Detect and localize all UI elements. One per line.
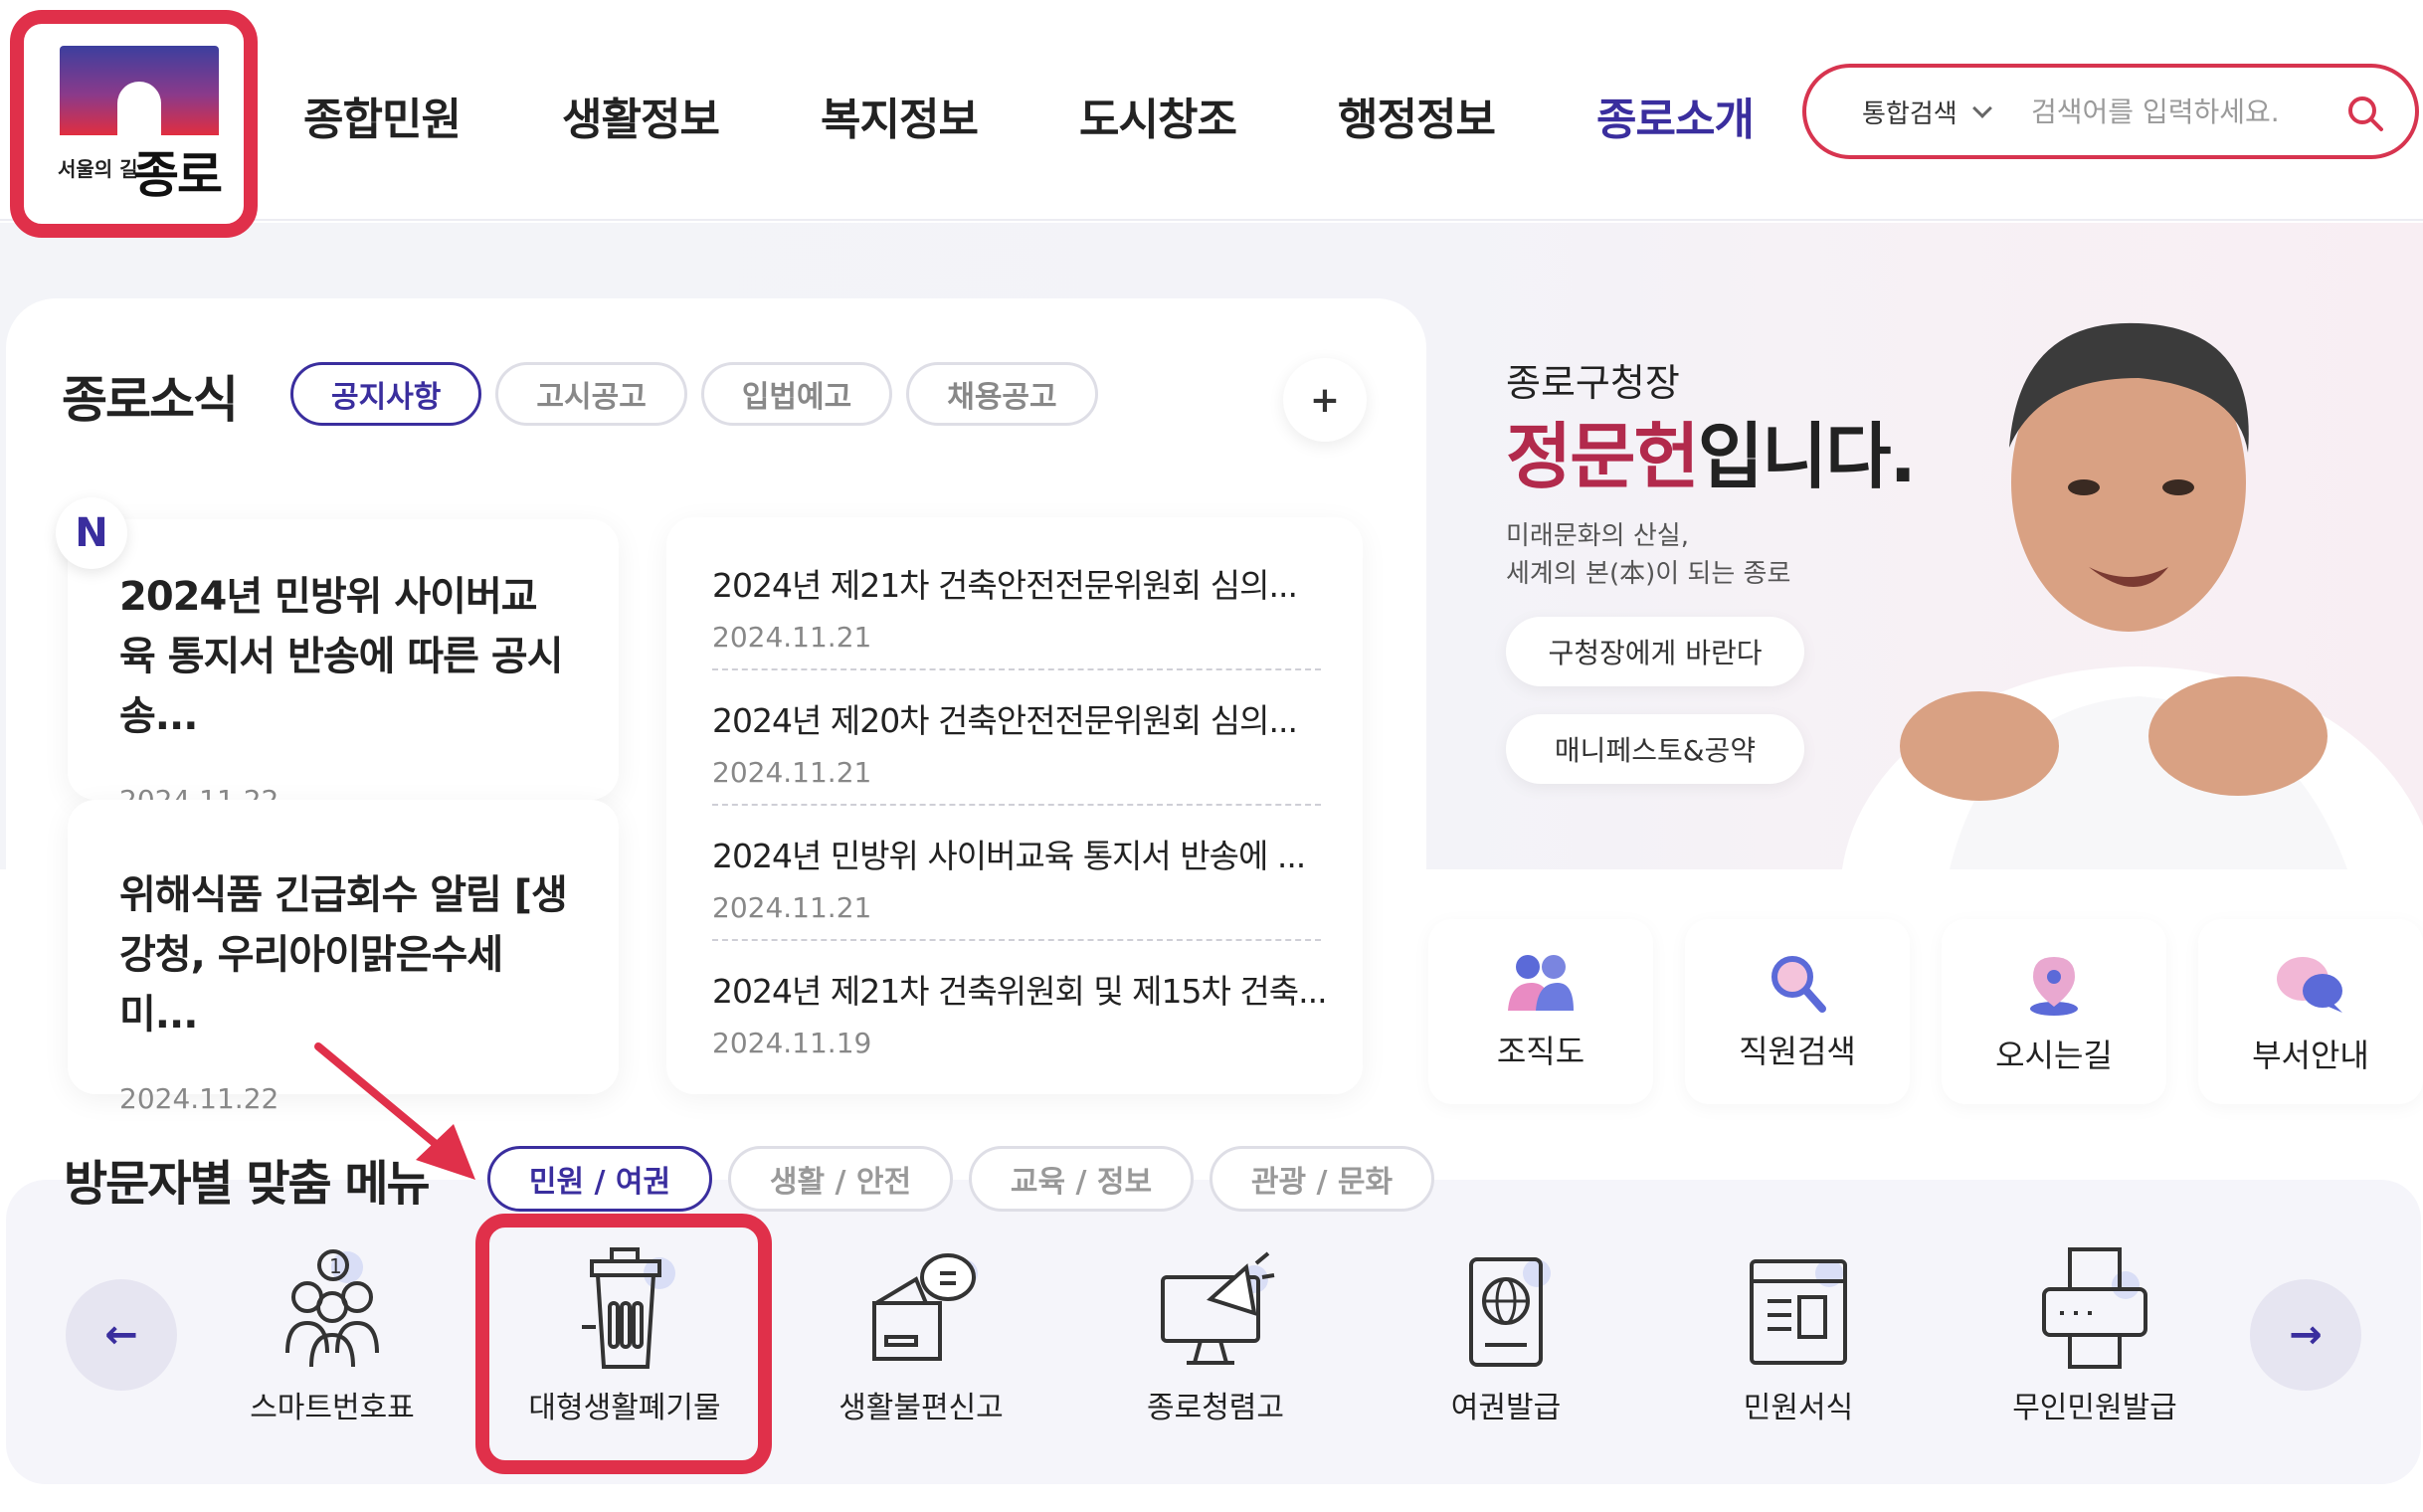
trash-can-icon <box>582 1247 675 1369</box>
site-header: 종합민원 생활정보 복지정보 도시창조 행정정보 종로소개 통합검색 <box>0 0 2423 221</box>
divider <box>712 804 1321 806</box>
nav-item-life-info[interactable]: 생활정보 <box>562 84 821 147</box>
featured-news-card[interactable]: 2024년 민방위 사이버교육 통지서 반송에 따른 공시송... 2024.1… <box>68 519 619 817</box>
document-form-icon <box>1750 1259 1847 1365</box>
visitor-tabs: 민원 / 여권 생활 / 안전 교육 / 정보 관광 / 문화 <box>487 1146 1434 1212</box>
mayor-desc-line: 미래문화의 산실, <box>1506 521 1689 551</box>
nav-item-welfare-info[interactable]: 복지정보 <box>821 84 1079 147</box>
new-badge: N <box>56 497 127 569</box>
chevron-down-icon <box>1971 98 1992 118</box>
site-logo[interactable]: 서울의 길 종로 <box>10 10 258 238</box>
search-icon[interactable] <box>2345 94 2385 133</box>
tab-legislation[interactable]: 입법예고 <box>700 362 893 426</box>
tab-notice[interactable]: 공지사항 <box>290 362 482 426</box>
quick-directions[interactable]: 오시는길 <box>1942 919 2166 1104</box>
divider <box>712 668 1321 670</box>
news-item-title: 2024년 민방위 사이버교육 통지서 반송에 ... <box>712 837 1306 875</box>
menu-smart-ticket[interactable]: 1 스마트번호표 <box>193 1243 471 1442</box>
featured-news-title: 위해식품 긴급회수 알림 [생강청, 우리아이맑은수세미... <box>119 872 568 1038</box>
news-item-date: 2024.11.21 <box>712 621 872 654</box>
location-pin-icon <box>2030 957 2078 1016</box>
menu-label: 종로청렴고 <box>1147 1391 1284 1425</box>
news-item-title: 2024년 제21차 건축위원회 및 제15차 건축... <box>712 972 1328 1011</box>
tab-education-info[interactable]: 교육 / 정보 <box>969 1146 1194 1212</box>
mayor-desc-line: 세계의 본(本)이 되는 종로 <box>1506 559 1791 589</box>
magnifier-icon <box>1771 956 1826 1013</box>
tab-tourism-culture[interactable]: 관광 / 문화 <box>1210 1146 1434 1212</box>
prev-button[interactable]: ← <box>66 1279 177 1391</box>
queue-number-icon: 1 <box>285 1249 379 1368</box>
menu-passport[interactable]: 여권발급 <box>1367 1243 1645 1442</box>
menu-label: 스마트번호표 <box>250 1391 415 1425</box>
chat-bubbles-icon <box>2277 957 2342 1013</box>
mayor-name: 정문헌 <box>1506 415 1700 498</box>
main-nav: 종합민원 생활정보 복지정보 도시창조 행정정보 종로소개 <box>303 84 1855 147</box>
mayor-heading-suffix: 입니다. <box>1697 415 1917 498</box>
news-list-item[interactable]: 2024년 제21차 건축위원회 및 제15차 건축... 2024.11.19 <box>712 965 1328 1059</box>
news-list-item[interactable]: 2024년 제21차 건축안전전문위원회 심의... 2024.11.21 <box>712 559 1321 654</box>
message-report-icon <box>872 1253 978 1361</box>
news-item-title: 2024년 제21차 건축안전전문위원회 심의... <box>712 566 1298 605</box>
quick-staff-search[interactable]: 직원검색 <box>1685 919 1910 1104</box>
news-item-date: 2024.11.21 <box>712 756 872 789</box>
menu-life-complaint[interactable]: 생활불편신고 <box>782 1243 1060 1442</box>
menu-label: 대형생활폐기물 <box>528 1391 721 1425</box>
visitor-menu-title: 방문자별 맞춤 메뉴 <box>64 1156 431 1212</box>
news-list-item[interactable]: 2024년 제20차 건축안전전문위원회 심의... 2024.11.21 <box>712 694 1321 789</box>
quick-label: 부서안내 <box>2252 1037 2369 1074</box>
tab-civil-passport[interactable]: 민원 / 여권 <box>487 1146 712 1212</box>
next-button[interactable]: → <box>2250 1279 2361 1391</box>
search-input[interactable] <box>2031 94 2330 128</box>
logo-text: 종로 <box>133 146 223 204</box>
divider <box>712 939 1321 941</box>
people-icon <box>1508 955 1574 1011</box>
news-item-date: 2024.11.21 <box>712 891 872 924</box>
mayor-heading: 정문헌입니다. <box>1506 398 1917 502</box>
quick-department-info[interactable]: 부서안내 <box>2198 919 2423 1104</box>
printer-icon <box>2042 1247 2147 1369</box>
quick-org-chart[interactable]: 조직도 <box>1428 919 1653 1104</box>
menu-kiosk-issuance[interactable]: 무인민원발급 <box>1956 1243 2234 1442</box>
monitor-megaphone-icon <box>1161 1251 1275 1365</box>
quick-label: 오시는길 <box>1995 1037 2113 1074</box>
nav-item-general-civil[interactable]: 종합민원 <box>303 84 562 147</box>
svg-text:1: 1 <box>329 1254 342 1278</box>
nav-item-admin-info[interactable]: 행정정보 <box>1338 84 1596 147</box>
news-item-title: 2024년 제20차 건축안전전문위원회 심의... <box>712 701 1298 740</box>
menu-label: 여권발급 <box>1450 1391 1562 1425</box>
news-tabs: 공지사항 고시공고 입법예고 채용공고 <box>290 362 1098 426</box>
featured-news-date: 2024.11.22 <box>119 1082 280 1115</box>
search-category-select[interactable]: 통합검색 <box>1862 94 2031 130</box>
news-more-button[interactable]: + <box>1283 358 1367 442</box>
menu-bulky-waste[interactable]: 대형생활폐기물 <box>485 1243 764 1442</box>
manifesto-button[interactable]: 매니페스토&공약 <box>1506 714 1804 784</box>
quick-label: 조직도 <box>1496 1033 1585 1070</box>
tab-announcement[interactable]: 고시공고 <box>495 362 687 426</box>
menu-label: 민원서식 <box>1743 1391 1854 1425</box>
nav-item-city[interactable]: 도시창조 <box>1079 84 1338 147</box>
passport-icon <box>1469 1257 1551 1367</box>
news-section-title: 종로소식 <box>62 371 239 429</box>
mayor-photo <box>1810 279 2423 869</box>
search-category-label: 통합검색 <box>1862 98 1957 129</box>
menu-label: 무인민원발급 <box>2012 1391 2177 1425</box>
quick-label: 직원검색 <box>1739 1033 1856 1070</box>
news-list: 2024년 제21차 건축안전전문위원회 심의... 2024.11.21 20… <box>666 517 1363 1094</box>
menu-civil-forms[interactable]: 민원서식 <box>1659 1243 1938 1442</box>
news-list-item[interactable]: 2024년 민방위 사이버교육 통지서 반송에 ... 2024.11.21 <box>712 830 1321 924</box>
mayor-request-button[interactable]: 구청장에게 바란다 <box>1506 617 1804 686</box>
tab-recruit[interactable]: 채용공고 <box>906 362 1098 426</box>
news-item-date: 2024.11.19 <box>712 1027 872 1059</box>
menu-integrity-report[interactable]: 종로청렴고 <box>1076 1243 1355 1442</box>
mayor-description: 미래문화의 산실, 세계의 본(本)이 되는 종로 <box>1506 517 1790 593</box>
logo-tagline: 서울의 길 <box>58 157 138 181</box>
featured-news-title: 2024년 민방위 사이버교육 통지서 반송에 따른 공시송... <box>119 574 564 739</box>
search-bar: 통합검색 <box>1802 64 2419 159</box>
menu-label: 생활불편신고 <box>839 1391 1004 1425</box>
featured-news-card[interactable]: 위해식품 긴급회수 알림 [생강청, 우리아이맑은수세미... 2024.11.… <box>68 800 619 1115</box>
tab-life-safety[interactable]: 생활 / 안전 <box>728 1146 953 1212</box>
